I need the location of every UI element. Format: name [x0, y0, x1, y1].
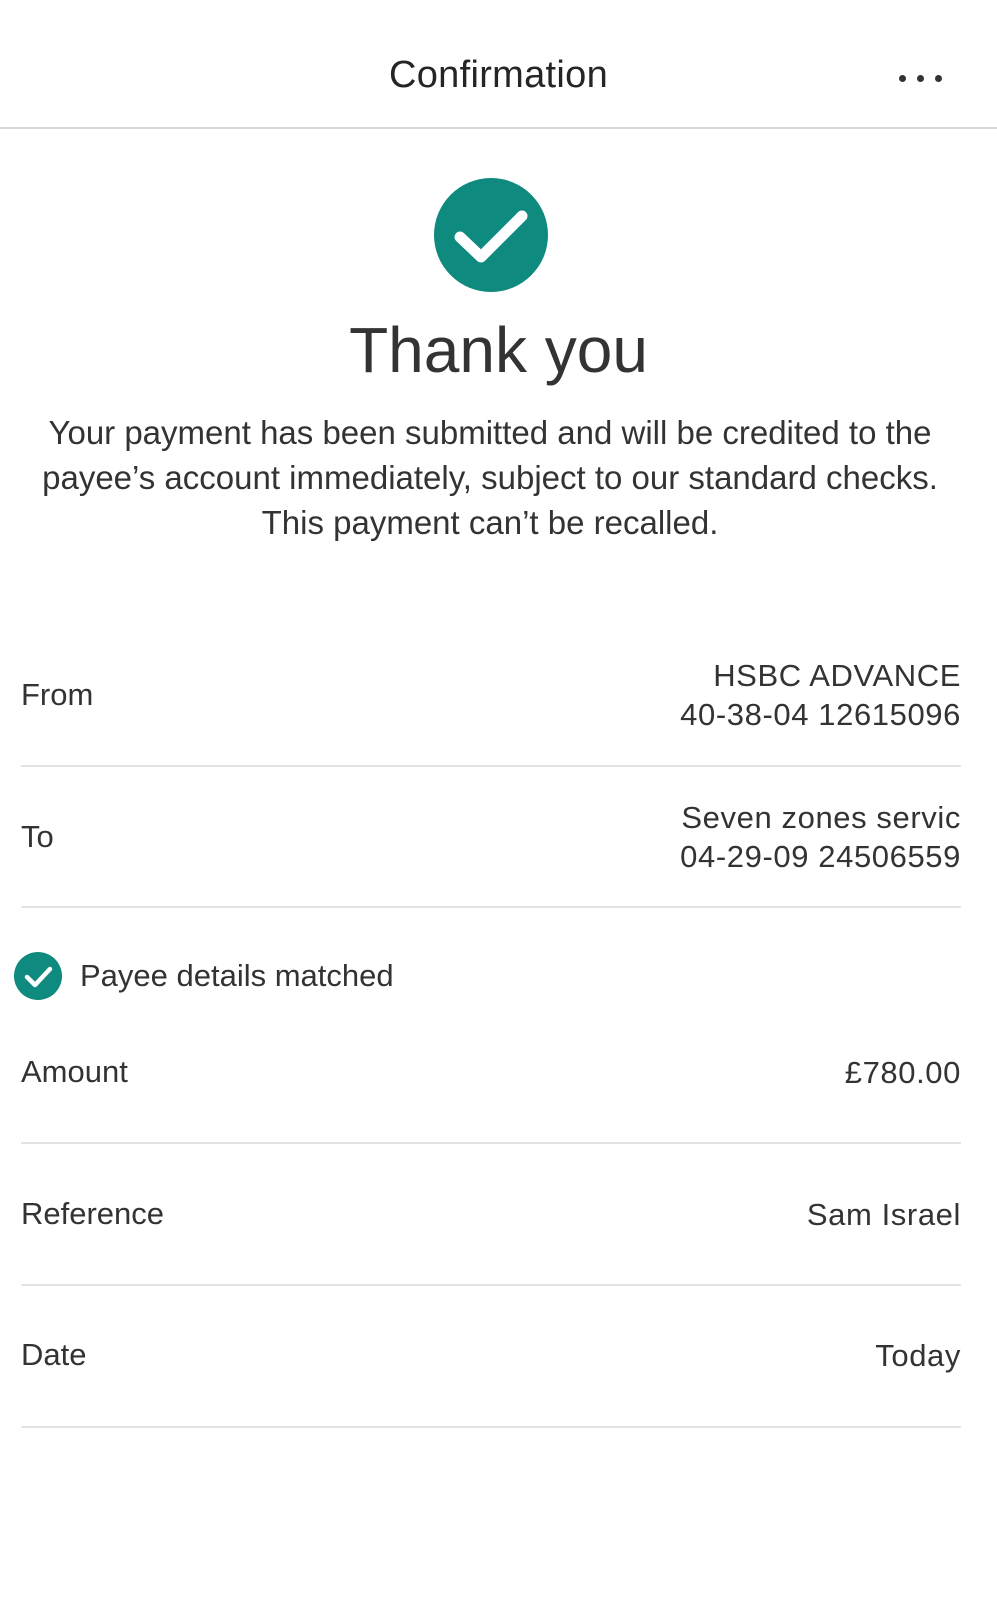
payee-match-label: Payee details matched: [80, 958, 394, 993]
from-label: From: [21, 677, 94, 712]
amount-value: £780.00: [844, 1055, 961, 1090]
reference-label: Reference: [21, 1196, 165, 1231]
date-row: Date Today: [21, 1286, 961, 1428]
payee-match-status: Payee details matched: [14, 952, 394, 1000]
from-account-name: HSBC ADVANCE: [713, 658, 961, 693]
check-circle-icon: [14, 952, 62, 1000]
more-horizontal-icon-dot: [934, 74, 942, 82]
to-row: To Seven zones servic 04-29-09 24506559: [21, 767, 961, 908]
from-account-number: 40-38-04 12615096: [680, 697, 961, 732]
from-row: From HSBC ADVANCE 40-38-04 12615096: [21, 640, 961, 767]
date-label: Date: [21, 1337, 87, 1372]
header-bar: Confirmation: [0, 0, 997, 129]
amount-row: Amount £780.00: [21, 1010, 961, 1144]
to-value: Seven zones servic 04-29-09 24506559: [680, 798, 961, 876]
to-label: To: [21, 819, 54, 854]
confirmation-message: Your payment has been submitted and will…: [42, 414, 938, 541]
confirmation-title: Thank you: [349, 314, 648, 386]
more-horizontal-icon: [898, 74, 906, 82]
from-value: HSBC ADVANCE 40-38-04 12615096: [680, 656, 961, 734]
reference-row: Reference Sam Israel: [21, 1144, 961, 1286]
page-title: Confirmation: [388, 54, 609, 96]
reference-value: Sam Israel: [806, 1197, 961, 1232]
to-account-number: 04-29-09 24506559: [680, 839, 961, 874]
amount-label: Amount: [21, 1054, 128, 1089]
to-payee-name: Seven zones servic: [681, 800, 961, 835]
more-horizontal-icon-dot: [916, 74, 924, 82]
date-value: Today: [875, 1338, 961, 1373]
more-options-button[interactable]: [888, 58, 952, 98]
check-circle-icon: [434, 178, 548, 292]
